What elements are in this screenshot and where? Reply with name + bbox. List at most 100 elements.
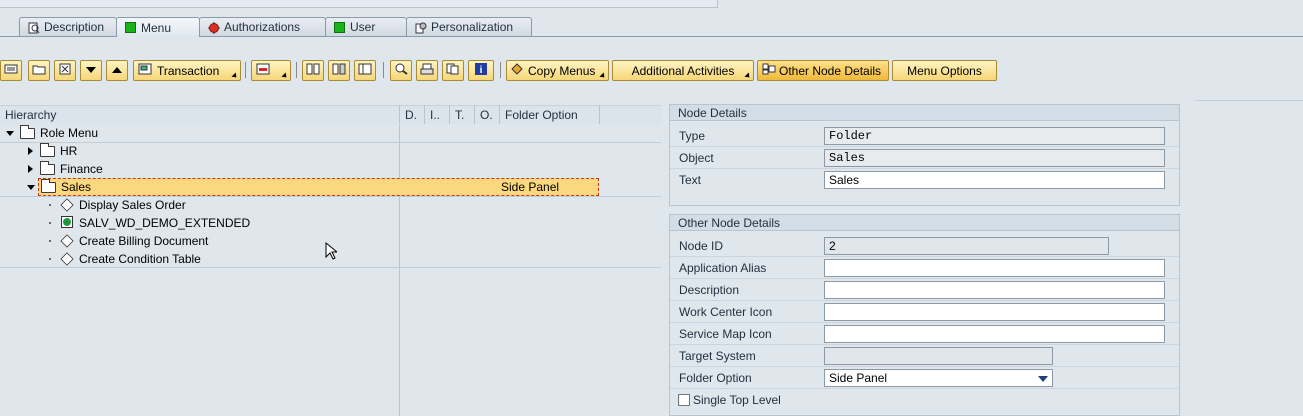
tree-node-create-billing-document[interactable]: Create Billing Document xyxy=(0,232,399,250)
text-field[interactable]: Sales xyxy=(824,171,1165,189)
row-divider xyxy=(670,366,1179,367)
folder-option-value: Side Panel xyxy=(829,371,888,385)
tree-node-create-condition-table[interactable]: Create Condition Table xyxy=(0,250,399,268)
copy-icon xyxy=(511,63,525,78)
other-node-details-button[interactable]: Other Node Details xyxy=(757,60,889,81)
tree-node-sales[interactable]: Sales xyxy=(0,178,399,196)
transaction-button[interactable]: Transaction xyxy=(133,60,241,81)
green-square-icon xyxy=(334,21,345,33)
display-button[interactable] xyxy=(0,60,22,81)
leaf-bullet-icon xyxy=(49,222,51,224)
expand-toggle-icon[interactable] xyxy=(27,184,35,190)
tab-personalization[interactable]: Personalization xyxy=(406,17,532,36)
tree-node-label: HR xyxy=(60,144,78,158)
service-map-icon-field[interactable] xyxy=(824,325,1165,343)
additional-activities-label: Additional Activities xyxy=(631,63,735,78)
magnifier-icon xyxy=(394,63,408,78)
tree-node-salv-wd-demo-extended[interactable]: SALV_WD_DEMO_EXTENDED xyxy=(0,214,399,232)
tab-menu[interactable]: Menu xyxy=(116,17,200,37)
type-label: Type xyxy=(679,129,706,143)
application-alias-label: Application Alias xyxy=(679,261,767,275)
new-folder-button[interactable] xyxy=(28,60,50,81)
move-down-button[interactable] xyxy=(80,60,102,81)
column-header-t[interactable]: T. xyxy=(450,105,475,124)
single-top-level-checkbox[interactable] xyxy=(678,394,690,406)
layout-button[interactable] xyxy=(354,60,376,81)
node-details-title: Node Details xyxy=(669,104,1180,121)
text-label: Text xyxy=(679,173,702,187)
dropdown-indicator-icon xyxy=(744,72,752,80)
chevron-down-icon[interactable] xyxy=(1038,371,1048,385)
tab-user[interactable]: User xyxy=(325,17,407,36)
row-divider xyxy=(670,388,1179,389)
leaf-bullet-icon xyxy=(49,258,51,260)
folder-option-select[interactable]: Side Panel xyxy=(824,369,1053,387)
delete-node-button[interactable] xyxy=(54,60,76,81)
expand-toggle-icon[interactable] xyxy=(6,130,14,136)
mouse-pointer-icon xyxy=(325,241,339,263)
tab-authorizations[interactable]: Authorizations xyxy=(199,17,326,36)
collapse-toggle-icon[interactable] xyxy=(28,147,33,155)
info-button[interactable]: i xyxy=(468,60,494,81)
description-field[interactable] xyxy=(824,281,1165,299)
user-menu-button[interactable] xyxy=(251,60,291,81)
dropdown-indicator-icon xyxy=(231,72,239,80)
tab-label: Personalization xyxy=(431,20,514,34)
tree-node-finance[interactable]: Finance xyxy=(0,160,399,178)
transaction-icon xyxy=(138,63,154,78)
folder-open-icon xyxy=(20,124,35,139)
layout-icon xyxy=(358,63,372,78)
folder-icon xyxy=(40,160,55,175)
printer-icon xyxy=(420,63,434,78)
menu-options-label: Menu Options xyxy=(907,63,982,78)
menu-options-button[interactable]: Menu Options xyxy=(892,60,997,81)
tree-node-label: SALV_WD_DEMO_EXTENDED xyxy=(79,216,251,230)
tree-node-label: Create Condition Table xyxy=(79,252,201,266)
collapse-toggle-icon[interactable] xyxy=(28,165,33,173)
row-divider xyxy=(670,256,1179,257)
tree-node-label: Role Menu xyxy=(40,126,99,140)
dropdown-indicator-icon xyxy=(281,72,289,80)
tree-node-hr[interactable]: HR xyxy=(0,142,399,160)
info-icon: i xyxy=(474,63,488,78)
work-center-icon-label: Work Center Icon xyxy=(679,305,773,319)
tree-node-display-sales-order[interactable]: Display Sales Order xyxy=(0,196,399,214)
toolbar-separator xyxy=(500,62,501,78)
documents-icon xyxy=(446,63,460,78)
transaction-cube-icon xyxy=(60,198,74,212)
column-header-i[interactable]: I.. xyxy=(425,105,450,124)
display-icon xyxy=(4,63,18,78)
move-up-button[interactable] xyxy=(106,60,128,81)
leaf-bullet-icon xyxy=(49,240,51,242)
column-header-folder-option[interactable]: Folder Option xyxy=(500,105,600,124)
collapse-icon xyxy=(332,63,346,78)
documentation-button[interactable] xyxy=(442,60,464,81)
column-divider xyxy=(399,125,400,416)
print-button[interactable] xyxy=(416,60,438,81)
column-header-hierarchy[interactable]: Hierarchy xyxy=(0,105,400,124)
description-label: Description xyxy=(679,283,740,297)
collapse-all-button[interactable] xyxy=(328,60,350,81)
row-divider xyxy=(670,344,1179,345)
details-icon xyxy=(762,63,776,78)
row-divider xyxy=(670,300,1179,301)
copy-menus-button[interactable]: Copy Menus xyxy=(506,60,609,81)
additional-activities-button[interactable]: Additional Activities xyxy=(612,60,754,81)
copy-menus-label: Copy Menus xyxy=(528,63,596,78)
work-center-icon-field[interactable] xyxy=(824,303,1165,321)
transaction-cube-icon xyxy=(60,252,74,266)
application-alias-field[interactable] xyxy=(824,259,1165,277)
leaf-bullet-icon xyxy=(49,204,51,206)
folder-open-icon xyxy=(41,178,56,193)
tree-node-role-menu[interactable]: Role Menu xyxy=(0,124,399,142)
sales-folder-option-cell: Side Panel xyxy=(501,180,560,194)
arrow-down-icon xyxy=(85,64,97,78)
separator-line xyxy=(1195,100,1303,101)
column-header-o[interactable]: O. xyxy=(475,105,500,124)
find-button[interactable] xyxy=(390,60,412,81)
webdynpro-icon xyxy=(61,215,73,231)
row-divider xyxy=(670,278,1179,279)
expand-all-button[interactable] xyxy=(302,60,324,81)
tab-description[interactable]: Description xyxy=(19,17,117,36)
column-header-d[interactable]: D. xyxy=(400,105,425,124)
